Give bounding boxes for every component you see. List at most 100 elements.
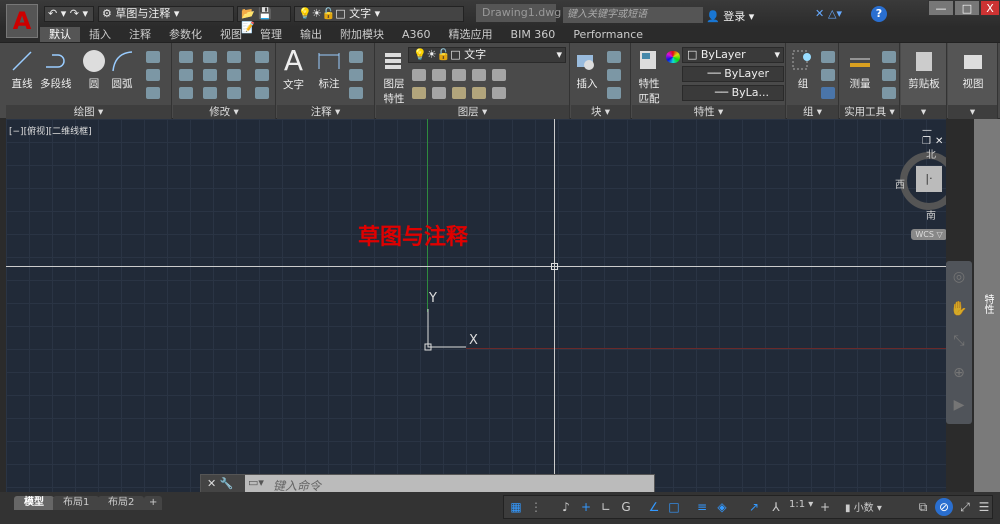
hatch-icon[interactable]	[146, 69, 160, 81]
annotation-visibility-icon[interactable]: ⅄	[767, 498, 785, 516]
layer-tool-icon[interactable]	[472, 87, 486, 99]
group-tool[interactable]: 组	[790, 49, 816, 91]
rectangle-icon[interactable]	[146, 51, 160, 63]
annotation-scale[interactable]: 1:1 ▾	[789, 499, 813, 510]
panel-expand[interactable]: ▾	[901, 105, 946, 119]
application-menu-button[interactable]: A	[6, 4, 38, 38]
boundary-icon[interactable]	[146, 87, 160, 99]
leader-icon[interactable]	[349, 69, 363, 81]
panel-expand[interactable]: ▾	[948, 105, 997, 119]
tab-insert[interactable]: 插入	[80, 27, 120, 43]
mirror-icon[interactable]	[203, 69, 217, 81]
navigation-bar[interactable]: ◎ ✋ ⤡ ⊕ ▶	[946, 261, 972, 424]
exchange-icon[interactable]: ✕ △▾	[815, 7, 842, 20]
tab-output[interactable]: 输出	[291, 27, 331, 43]
maximize-button[interactable]: □	[954, 0, 980, 16]
ortho-icon[interactable]: ∟	[597, 498, 615, 516]
object-snap-icon[interactable]: □	[665, 498, 683, 516]
panel-title[interactable]: 块 ▾	[571, 105, 630, 119]
text-tool[interactable]: A 文字	[283, 45, 304, 92]
scale-icon[interactable]	[203, 87, 217, 99]
ungroup-icon[interactable]	[821, 51, 835, 63]
customization-menu-icon[interactable]: ☰	[975, 498, 993, 516]
offset-icon[interactable]	[255, 87, 269, 99]
layer-tool-icon[interactable]	[452, 87, 466, 99]
layer-tool-icon[interactable]	[412, 87, 426, 99]
command-close-settings[interactable]: ✕ 🔧	[201, 475, 245, 493]
snap-icon[interactable]: ⋮	[527, 498, 545, 516]
grid-icon[interactable]: ▦	[507, 498, 525, 516]
open-save-buttons[interactable]: 📂 💾 📝	[237, 6, 291, 34]
panel-title[interactable]: 绘图 ▾	[6, 105, 171, 119]
tab-parametric[interactable]: 参数化	[160, 27, 211, 43]
tab-model[interactable]: 模型	[14, 496, 54, 510]
wcs-dropdown[interactable]: WCS ▽	[911, 229, 946, 240]
add-scale-icon[interactable]: +	[816, 498, 834, 516]
panel-title[interactable]: 组 ▾	[787, 105, 838, 119]
viewcube-south[interactable]: 南	[926, 207, 936, 222]
measure-tool[interactable]: 测量	[842, 49, 878, 91]
polar-icon[interactable]: G	[617, 498, 635, 516]
viewport-controls-label[interactable]: [−][俯视][二维线框]	[9, 124, 92, 137]
edit-block-icon[interactable]	[607, 69, 621, 81]
layer-tool-icon[interactable]	[492, 87, 506, 99]
layer-tool-icon[interactable]	[432, 87, 446, 99]
lineweight-dropdown[interactable]: ── ByLa...	[682, 85, 784, 101]
undo-redo-buttons[interactable]: ↶ ▾ ↷ ▾	[44, 6, 94, 22]
layer-tool-icon[interactable]	[432, 69, 446, 81]
fillet-icon[interactable]	[227, 69, 241, 81]
tab-layout1[interactable]: 布局1	[53, 496, 100, 510]
stretch-icon[interactable]	[179, 87, 193, 99]
dimension-tool[interactable]: 标注	[317, 49, 341, 91]
attribute-icon[interactable]	[607, 87, 621, 99]
login-button[interactable]: 👤 登录 ▾	[706, 8, 754, 24]
group-edit-icon[interactable]	[821, 69, 835, 81]
close-button[interactable]: X	[980, 0, 1000, 16]
tab-layout2[interactable]: 布局2	[98, 496, 145, 510]
isolate-objects-icon[interactable]: ⊘	[935, 498, 953, 516]
panel-title[interactable]: 图层 ▾	[376, 105, 569, 119]
panel-title[interactable]: 注释 ▾	[277, 105, 374, 119]
viewcube-top-face[interactable]: |·	[916, 166, 942, 192]
units-dropdown[interactable]: ▮ 小数 ▾	[845, 499, 911, 514]
annotation-text[interactable]: 草图与注释	[358, 219, 468, 251]
minimize-button[interactable]: —	[928, 0, 954, 16]
view-tool[interactable]: 视图	[952, 49, 994, 91]
add-layout-button[interactable]: +	[144, 496, 163, 510]
table-icon[interactable]	[349, 87, 363, 99]
rotate-icon[interactable]	[203, 51, 217, 63]
create-block-icon[interactable]	[607, 51, 621, 63]
infer-constraints-icon[interactable]: ♪	[557, 498, 575, 516]
layer-quick-dropdown[interactable]: 💡☀🔓□ 文字 ▾	[294, 6, 464, 22]
viewcube-west[interactable]: 西	[895, 176, 905, 191]
panel-title[interactable]: 特性 ▾	[632, 105, 785, 119]
tab-default[interactable]: 默认	[40, 27, 80, 43]
selection-cycling-icon[interactable]: ↗	[745, 498, 763, 516]
panel-title[interactable]: 修改 ▾	[173, 105, 275, 119]
search-input[interactable]: 键入关键字或短语	[563, 7, 703, 23]
isometric-icon[interactable]: ∠	[645, 498, 663, 516]
calculator-icon[interactable]	[882, 87, 896, 99]
group-select-icon[interactable]	[821, 87, 835, 99]
tab-manage[interactable]: 管理	[251, 27, 291, 43]
array-icon[interactable]	[227, 87, 241, 99]
layer-dropdown[interactable]: 💡☀🔓□ 文字 ▾	[408, 47, 566, 63]
layer-tool-icon[interactable]	[472, 69, 486, 81]
layer-tool-icon[interactable]	[412, 69, 426, 81]
tab-addins[interactable]: 附加模块	[331, 27, 393, 43]
erase-icon[interactable]	[255, 51, 269, 63]
document-tab[interactable]: Drawing1.dwg	[476, 4, 561, 22]
trim-icon[interactable]	[227, 51, 241, 63]
layer-tool-icon[interactable]	[492, 69, 506, 81]
workspace-dropdown[interactable]: ⚙ 草图与注释 ▾	[98, 6, 234, 22]
3d-osnap-icon[interactable]: ◈	[713, 498, 731, 516]
viewport-window-controls[interactable]: —❐✕	[922, 125, 946, 147]
tab-annotate[interactable]: 注释	[120, 27, 160, 43]
panel-title[interactable]: 实用工具 ▾	[840, 105, 899, 119]
viewcube-north[interactable]: 北	[926, 146, 936, 161]
help-icon[interactable]: ?	[871, 6, 887, 22]
circle-tool[interactable]: 圆	[82, 49, 106, 91]
quick-properties-icon[interactable]: ⧉	[914, 498, 932, 516]
properties-palette-bar[interactable]: 特性	[974, 119, 1000, 492]
copy-icon[interactable]	[179, 69, 193, 81]
